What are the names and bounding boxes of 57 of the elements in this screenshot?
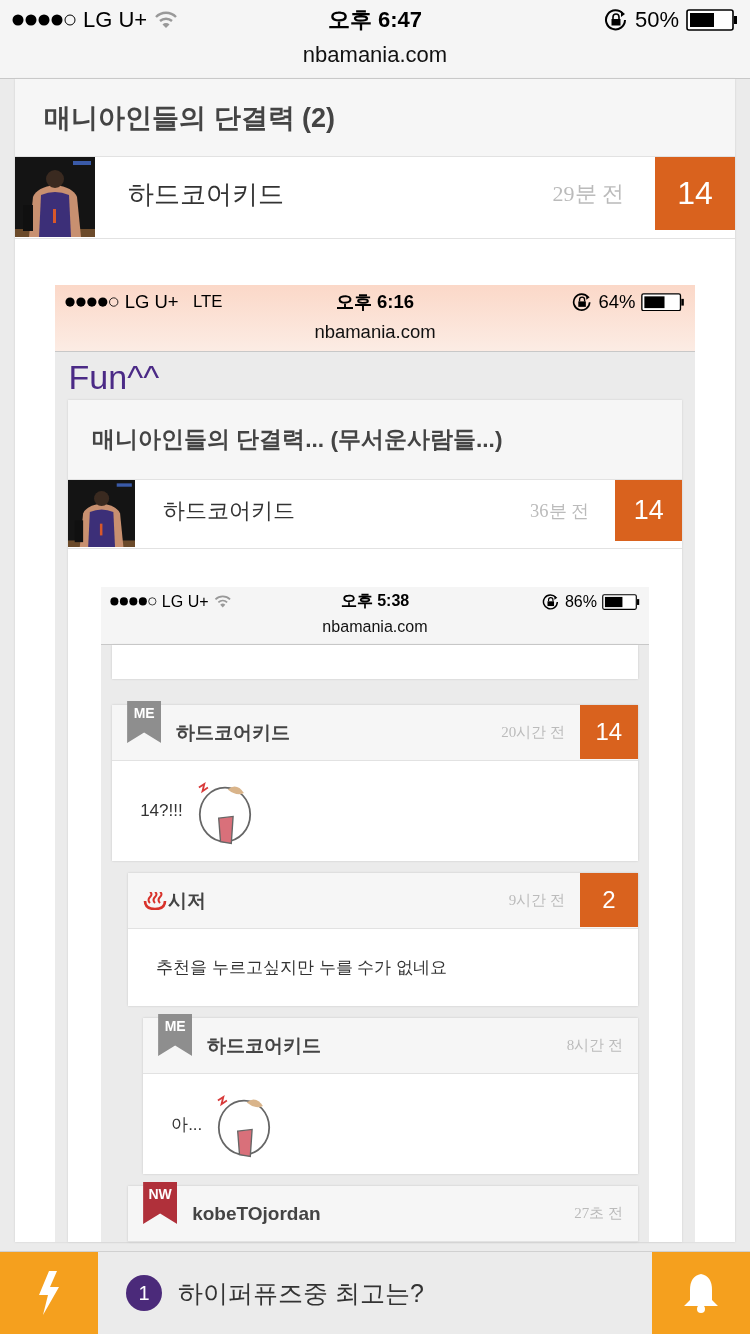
- network-type: LTE: [192, 291, 223, 312]
- comment-time: 20시간 전: [501, 723, 566, 743]
- comment-time: 9시간 전: [508, 891, 566, 911]
- recommend-count: 2: [579, 873, 638, 928]
- author-name[interactable]: kobeTOjordan: [192, 1202, 575, 1225]
- bell-icon: [682, 1272, 720, 1314]
- rotation-lock-icon: [542, 593, 560, 610]
- recommend-count: 14: [615, 479, 683, 541]
- battery-percent: 64%: [598, 290, 636, 313]
- clock-time: 오후 5:38: [340, 591, 410, 612]
- carrier-name: LG U+: [161, 592, 209, 612]
- author-name[interactable]: 하드코어키드: [207, 1032, 567, 1059]
- battery-icon: [686, 9, 738, 31]
- signal-icon: [12, 14, 76, 26]
- author-name[interactable]: 시저: [168, 887, 509, 914]
- battery-percent: 50%: [634, 7, 679, 33]
- bookmark-badge: NW: [143, 1182, 178, 1225]
- section-title: Fun^^: [67, 356, 160, 398]
- carrier-name: LG U+: [83, 7, 148, 33]
- recommend-count: 14: [579, 705, 638, 760]
- comment-text: 14?!!!: [140, 801, 183, 822]
- carrier-name: LG U+: [124, 290, 179, 313]
- flash-button[interactable]: [0, 1252, 98, 1334]
- signal-icon: [109, 597, 157, 607]
- notice-number: 1: [126, 1275, 162, 1311]
- comment-time: 27초 전: [574, 1204, 624, 1224]
- battery-percent: 86%: [564, 592, 597, 612]
- signal-icon: [65, 296, 119, 307]
- post-title: 매니아인들의 단결력... (무서운사람들...): [91, 424, 503, 454]
- url-text[interactable]: nbamania.com: [302, 40, 448, 72]
- battery-icon: [641, 292, 685, 312]
- comment-text: 아...: [171, 1113, 203, 1136]
- comment-time: 8시간 전: [566, 1036, 624, 1056]
- battery-icon: [602, 593, 641, 610]
- author-row[interactable]: 하드코어키드 36분 전 14: [67, 479, 683, 549]
- author-name: 하드코어키드: [161, 496, 296, 525]
- recommend-count: 14: [655, 157, 735, 230]
- bookmark-badge: ME: [158, 1014, 193, 1057]
- author-row[interactable]: 하드코어키드 29분 전 14: [15, 157, 735, 239]
- author-name: 하드코어키드: [127, 178, 285, 211]
- comment-text: 추천을 누르고싶지만 누를 수가 없네요: [156, 957, 448, 980]
- rotation-lock-icon: [603, 9, 628, 31]
- url-text[interactable]: nbamania.com: [322, 616, 428, 640]
- wifi-icon: [154, 11, 179, 29]
- clock-time: 오후 6:47: [327, 6, 423, 34]
- rotation-lock-icon: [572, 292, 593, 312]
- post-title: 매니아인들의 단결력 (2): [44, 101, 335, 135]
- url-text[interactable]: nbamania.com: [314, 318, 436, 346]
- author-name[interactable]: 하드코어키드: [176, 719, 502, 746]
- clock-time: 오후 6:16: [335, 290, 415, 315]
- post-time: 29분 전: [552, 180, 625, 208]
- notice-text: 하이퍼퓨즈중 최고는?: [178, 1277, 424, 1309]
- post-time: 36분 전: [530, 499, 591, 523]
- wifi-icon: [213, 595, 232, 609]
- notification-button[interactable]: [652, 1252, 750, 1334]
- hot-spring-icon: [143, 891, 168, 910]
- bookmark-badge: ME: [127, 701, 162, 744]
